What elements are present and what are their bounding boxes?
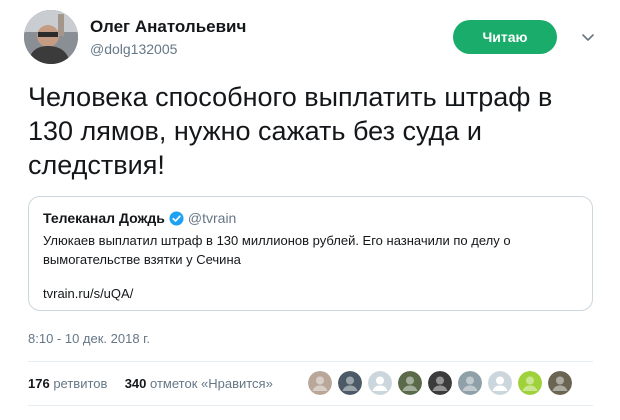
engagement-stats: 176 ретвитов 340 отметок «Нравится» <box>28 376 273 391</box>
avatar-icon <box>458 371 482 395</box>
avatar-icon <box>308 371 332 395</box>
quoted-header: Телеканал Дождь @tvrain <box>43 210 236 226</box>
retweets-label: ретвитов <box>53 376 108 391</box>
likes-stat[interactable]: 340 отметок «Нравится» <box>125 376 273 391</box>
quoted-text: Улюкаев выплатил штраф в 130 миллионов р… <box>43 233 511 267</box>
follow-button[interactable]: Читаю <box>453 20 557 54</box>
liker-avatar[interactable] <box>338 371 362 395</box>
retweets-stat[interactable]: 176 ретвитов <box>28 376 111 391</box>
tweet: Олег Анатольевич @dolg132005 Читаю Челов… <box>0 0 620 420</box>
author-avatar[interactable] <box>24 10 78 64</box>
verified-badge-icon <box>169 210 184 226</box>
avatar-icon <box>398 371 422 395</box>
liker-avatar[interactable] <box>368 371 392 395</box>
author-name[interactable]: Олег Анатольевич <box>90 17 246 37</box>
retweets-count: 176 <box>28 376 50 391</box>
liker-avatar[interactable] <box>548 371 572 395</box>
avatar-icon <box>428 371 452 395</box>
tweet-text: Человека способного выплатить штраф в 13… <box>28 82 553 180</box>
author-handle[interactable]: @dolg132005 <box>90 41 177 57</box>
tweet-timestamp[interactable]: 8:10 - 10 дек. 2018 г. <box>28 331 150 346</box>
avatar-icon <box>548 371 572 395</box>
quoted-tweet[interactable]: Телеканал Дождь @tvrain Улюкаев выплатил… <box>28 196 593 311</box>
default-avatar-icon <box>368 371 392 395</box>
likes-count: 340 <box>124 376 147 391</box>
avatar-icon <box>338 371 362 395</box>
default-avatar-icon <box>488 371 512 395</box>
likes-label: отметок «Нравится» <box>150 376 273 391</box>
quoted-link[interactable]: tvrain.ru/s/uQA/ <box>43 286 133 301</box>
avatar-icon <box>518 371 542 395</box>
liker-avatar[interactable] <box>398 371 422 395</box>
liker-avatar[interactable] <box>518 371 542 395</box>
chevron-down-icon[interactable] <box>580 30 596 46</box>
liker-avatar[interactable] <box>308 371 332 395</box>
liker-avatar[interactable] <box>458 371 482 395</box>
divider <box>28 405 593 406</box>
liker-avatar[interactable] <box>428 371 452 395</box>
liker-avatar[interactable] <box>488 371 512 395</box>
author-photo-icon <box>24 10 78 64</box>
quoted-author-handle: @tvrain <box>187 210 237 226</box>
divider <box>28 361 593 362</box>
quoted-author-name: Телеканал Дождь <box>43 210 165 226</box>
likers-avatars <box>308 371 578 395</box>
